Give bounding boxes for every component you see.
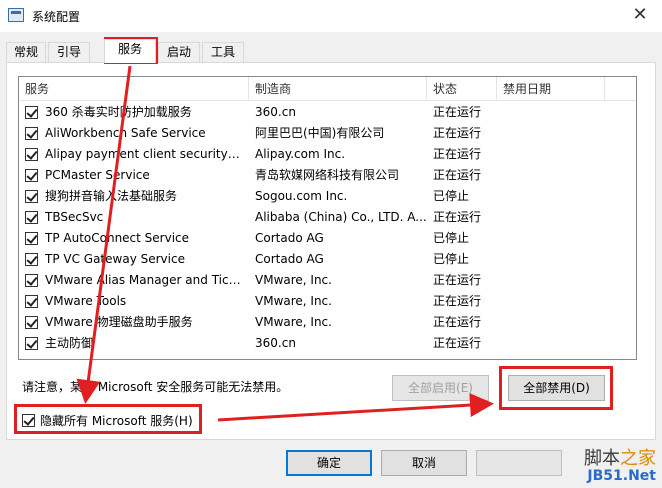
watermark-text-b: 之家 [620, 447, 656, 469]
arrow-to-hide-ms [76, 65, 132, 404]
watermark: 脚本之家 JB51.Net [584, 447, 656, 484]
watermark-site: JB51.Net [587, 467, 656, 484]
annotation-arrows [76, 65, 494, 422]
watermark-text-a: 脚本 [584, 447, 620, 469]
tab-services[interactable]: 服务 [104, 39, 156, 63]
arrow-to-disable-all [217, 393, 494, 422]
